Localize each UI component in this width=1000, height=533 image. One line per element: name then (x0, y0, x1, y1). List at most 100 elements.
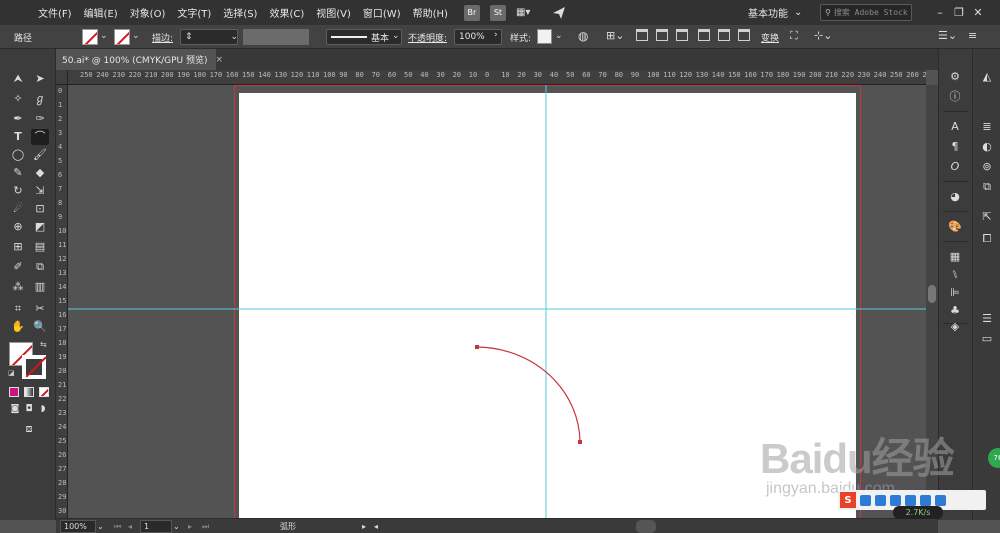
scrollbar-thumb[interactable] (928, 285, 936, 303)
align-center-icon[interactable] (656, 29, 668, 41)
brushes-icon[interactable]: ⑊ (947, 267, 963, 283)
character-icon[interactable]: A (947, 119, 963, 135)
chevron-down-icon[interactable]: ⌄ (392, 31, 400, 41)
pathfinder-icon[interactable]: ☰ (979, 311, 995, 327)
last-artboard-icon[interactable]: ⏭ (202, 520, 209, 533)
align-bottom-icon[interactable] (738, 29, 750, 41)
previous-artboard-icon[interactable]: ◂ (128, 520, 132, 533)
chevron-down-icon[interactable]: ⌄ (132, 31, 140, 41)
zoom-tool-icon[interactable]: 🔍 (31, 319, 49, 335)
asset-export-icon[interactable]: ◭ (979, 69, 995, 85)
ime-tools-icon[interactable] (935, 494, 946, 506)
symbols-icon[interactable]: ♣ (947, 303, 963, 319)
variable-width-field[interactable] (243, 29, 309, 45)
canvas[interactable] (68, 85, 926, 518)
workspace-switcher[interactable]: 基本功能 ⌄ (748, 4, 802, 21)
ime-keyboard-icon[interactable] (905, 494, 916, 506)
column-graph-icon[interactable]: ▥ (31, 279, 49, 295)
artboard-tool-icon[interactable]: ⌗ (9, 301, 27, 317)
color-icon[interactable]: ◕ (947, 189, 963, 205)
align-to-icon[interactable]: ⊞⌄ (606, 29, 624, 42)
curvature-tool-icon[interactable]: ✑ (31, 111, 49, 127)
menu-type[interactable]: 文字(T) (171, 5, 217, 20)
anchor-point[interactable] (475, 345, 479, 349)
scroll-left-icon[interactable]: ◂ (374, 520, 378, 533)
align-middle-icon[interactable] (718, 29, 730, 41)
menu-help[interactable]: 帮助(H) (407, 5, 454, 20)
gradient-panel-icon[interactable]: ◐ (979, 139, 995, 155)
ime-voice-icon[interactable] (890, 494, 901, 506)
align-top-icon[interactable] (698, 29, 710, 41)
direct-selection-tool-icon[interactable]: ➤ (31, 71, 49, 87)
stock-button[interactable]: St (489, 4, 506, 21)
appearance-icon[interactable]: ⧉ (979, 179, 995, 195)
color-guide-icon[interactable]: 🎨 (947, 219, 963, 235)
document-tab[interactable]: 50.ai* @ 100% (CMYK/GPU 预览) × (56, 49, 223, 70)
properties-icon[interactable]: ⚙ (947, 69, 963, 85)
ime-skin-icon[interactable] (920, 494, 931, 506)
vertical-scrollbar[interactable] (926, 85, 938, 518)
menu-select[interactable]: 选择(S) (217, 5, 263, 20)
fill-swatch[interactable] (82, 29, 98, 45)
swatches-icon[interactable]: ▦ (947, 249, 963, 265)
menu-object[interactable]: 对象(O) (124, 5, 172, 20)
ellipse-tool-icon[interactable]: ◯ (9, 147, 27, 163)
chevron-down-icon[interactable]: ⌄ (97, 520, 104, 533)
eyedropper-icon[interactable]: ✐ (9, 259, 27, 275)
horizontal-scroll-thumb[interactable] (636, 520, 656, 533)
panel-options-icon[interactable]: ≡ (968, 29, 977, 42)
minimize-icon[interactable]: – (932, 4, 948, 20)
opacity-label[interactable]: 不透明度: (408, 29, 447, 45)
ruler-origin[interactable] (56, 70, 68, 85)
first-artboard-icon[interactable]: ⏮ (114, 520, 121, 533)
hand-tool-icon[interactable]: ✋ (9, 319, 27, 335)
menu-window[interactable]: 窗口(W) (357, 5, 407, 20)
close-tab-icon[interactable]: × (216, 55, 224, 65)
draw-inside-icon[interactable]: ◗ (34, 401, 52, 417)
stock-search-input[interactable]: ⚲ 搜索 Adobe Stock (820, 4, 912, 21)
puppet-warp-icon[interactable]: ⊹⌄ (814, 29, 832, 42)
stroke-swatch[interactable] (114, 29, 130, 45)
shaper-tool-icon[interactable]: ✎ (9, 165, 27, 181)
slice-tool-icon[interactable]: ✂ (31, 301, 49, 317)
shape-builder-icon[interactable]: ⊕ (9, 219, 27, 235)
swap-colors-icon[interactable]: ⇆ (40, 340, 47, 349)
lasso-icon[interactable]: ℊ (31, 91, 49, 107)
transparency-icon[interactable]: ⊚ (979, 159, 995, 175)
arc-tool-icon[interactable]: ⌒ (31, 129, 49, 145)
close-icon[interactable]: ✕ (970, 4, 986, 20)
chevron-down-icon[interactable]: ⌄ (555, 31, 563, 41)
gradient-tool-icon[interactable]: ▤ (31, 239, 49, 255)
ime-mode-icon[interactable] (860, 494, 871, 506)
artboards-icon[interactable]: ⧠ (979, 231, 995, 247)
gradient-mode-icon[interactable] (24, 387, 34, 397)
stroke-panel-icon[interactable]: ≣ (979, 119, 995, 135)
default-colors-icon[interactable]: ◪ (8, 369, 15, 377)
send-icon[interactable] (552, 6, 566, 20)
perspective-grid-icon[interactable]: ⊞ (9, 239, 27, 255)
arc-path[interactable] (476, 346, 581, 443)
align-panel-icon[interactable]: ⊫ (947, 285, 963, 301)
arrange-documents-icon[interactable]: ▦▾ (516, 6, 538, 20)
horizontal-ruler[interactable]: 250 240 230 220 210 200 190 180 170 160 150 140 130 1… (68, 70, 926, 85)
warp-tool-icon[interactable]: ☄ (9, 201, 27, 217)
maximize-icon[interactable]: ❐ (951, 4, 967, 20)
color-mode-icon[interactable] (9, 387, 19, 397)
info-icon[interactable]: ⓘ (947, 89, 963, 105)
chevron-down-icon[interactable]: ⌄ (173, 520, 180, 533)
magic-wand-icon[interactable]: ✧ (9, 91, 27, 107)
free-transform-icon[interactable]: ⊡ (31, 201, 49, 217)
pen-tool-icon[interactable]: ✒ (9, 111, 27, 127)
menu-effect[interactable]: 效果(C) (263, 5, 310, 20)
layers-icon[interactable]: ◈ (947, 319, 963, 335)
screen-mode-icon[interactable]: ⧈ (19, 421, 39, 437)
graphic-style-swatch[interactable] (537, 29, 552, 44)
chevron-right-icon[interactable]: › (494, 30, 498, 40)
none-mode-icon[interactable] (39, 387, 49, 397)
paintbrush-icon[interactable]: 🖌 (31, 147, 49, 163)
stroke-weight-field[interactable]: ⇕ ⌄ (180, 29, 238, 45)
anchor-point[interactable] (578, 440, 582, 444)
type-tool-icon[interactable]: T (9, 129, 27, 145)
chevron-down-icon[interactable]: ⌄ (100, 31, 108, 41)
isolate-icon[interactable]: ⛶ (790, 29, 798, 43)
